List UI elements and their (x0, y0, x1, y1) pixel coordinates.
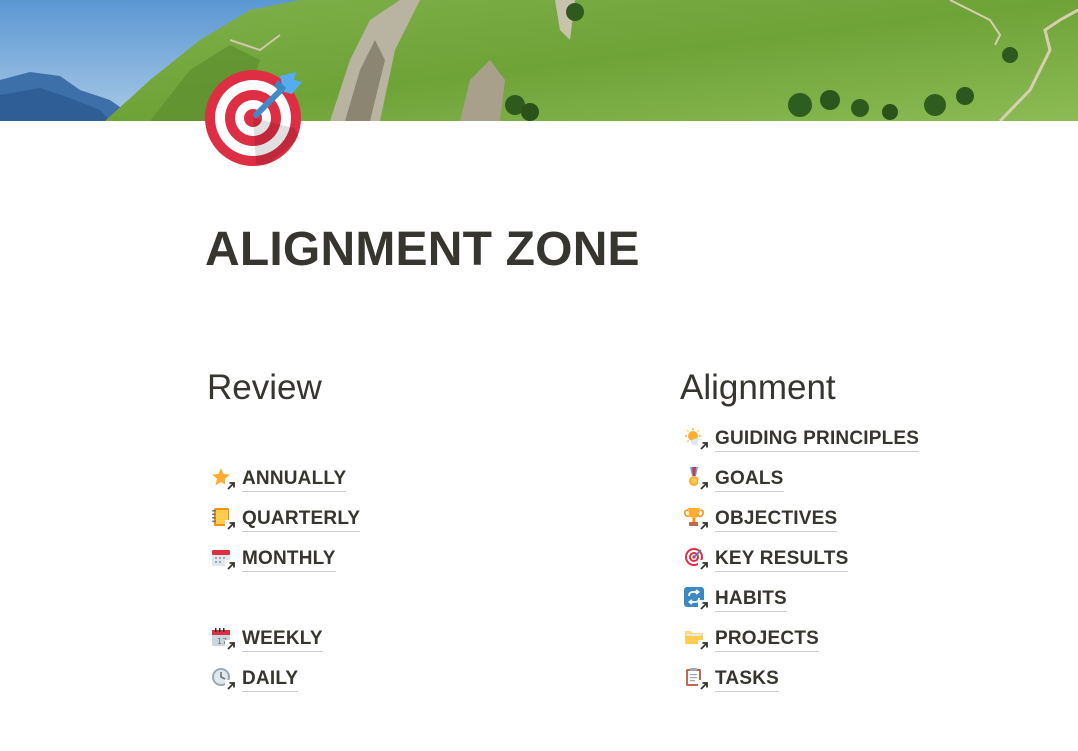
alignment-heading: Alignment (680, 368, 836, 407)
link-label: QUARTERLY (242, 507, 361, 532)
link-label: PROJECTS (715, 627, 820, 652)
link-label: DAILY (242, 667, 299, 692)
clipboard-icon (684, 667, 710, 692)
calendar-icon (211, 547, 237, 572)
clock-icon (211, 667, 237, 692)
target-icon (684, 547, 710, 572)
link-goals[interactable]: GOALS (680, 463, 784, 495)
link-objectives[interactable]: OBJECTIVES (680, 503, 838, 535)
link-label: OBJECTIVES (715, 507, 838, 532)
link-monthly[interactable]: MONTHLY (207, 543, 336, 575)
alignment-column: Alignment GUIDING PRINCIPLES GOALS OBJEC… (680, 362, 1060, 692)
review-heading: Review (207, 368, 322, 407)
link-label: GUIDING PRINCIPLES (715, 427, 920, 452)
star-icon (211, 467, 237, 492)
link-label: ANNUALLY (242, 467, 347, 492)
direct-hit-target-icon[interactable] (204, 68, 306, 170)
folder-icon (684, 627, 710, 652)
link-projects[interactable]: PROJECTS (680, 623, 820, 655)
link-habits[interactable]: HABITS (680, 583, 787, 615)
link-label: KEY RESULTS (715, 547, 849, 572)
sun-behind-cloud-icon (684, 427, 710, 452)
link-quarterly[interactable]: QUARTERLY (207, 503, 361, 535)
notebook-icon (211, 507, 237, 532)
link-label: HABITS (715, 587, 787, 612)
link-label: GOALS (715, 467, 784, 492)
link-tasks[interactable]: TASKS (680, 663, 779, 695)
review-column: Review ANNUALLY QUARTERLY MONTHLY 17 WEE… (207, 362, 607, 692)
link-label: MONTHLY (242, 547, 336, 572)
link-daily[interactable]: DAILY (207, 663, 299, 695)
trophy-icon (684, 507, 710, 532)
link-key-results[interactable]: KEY RESULTS (680, 543, 849, 575)
link-guiding-principles[interactable]: GUIDING PRINCIPLES (680, 423, 920, 455)
link-weekly[interactable]: 17 WEEKLY (207, 623, 323, 655)
link-annually[interactable]: ANNUALLY (207, 463, 347, 495)
link-label: WEEKLY (242, 627, 323, 652)
repeat-icon (684, 587, 710, 612)
spiral-calendar-icon: 17 (211, 627, 237, 652)
cover-image (0, 0, 1078, 121)
link-label: TASKS (715, 667, 779, 692)
page-title[interactable]: ALIGNMENT ZONE (205, 222, 640, 277)
medal-icon (684, 467, 710, 492)
